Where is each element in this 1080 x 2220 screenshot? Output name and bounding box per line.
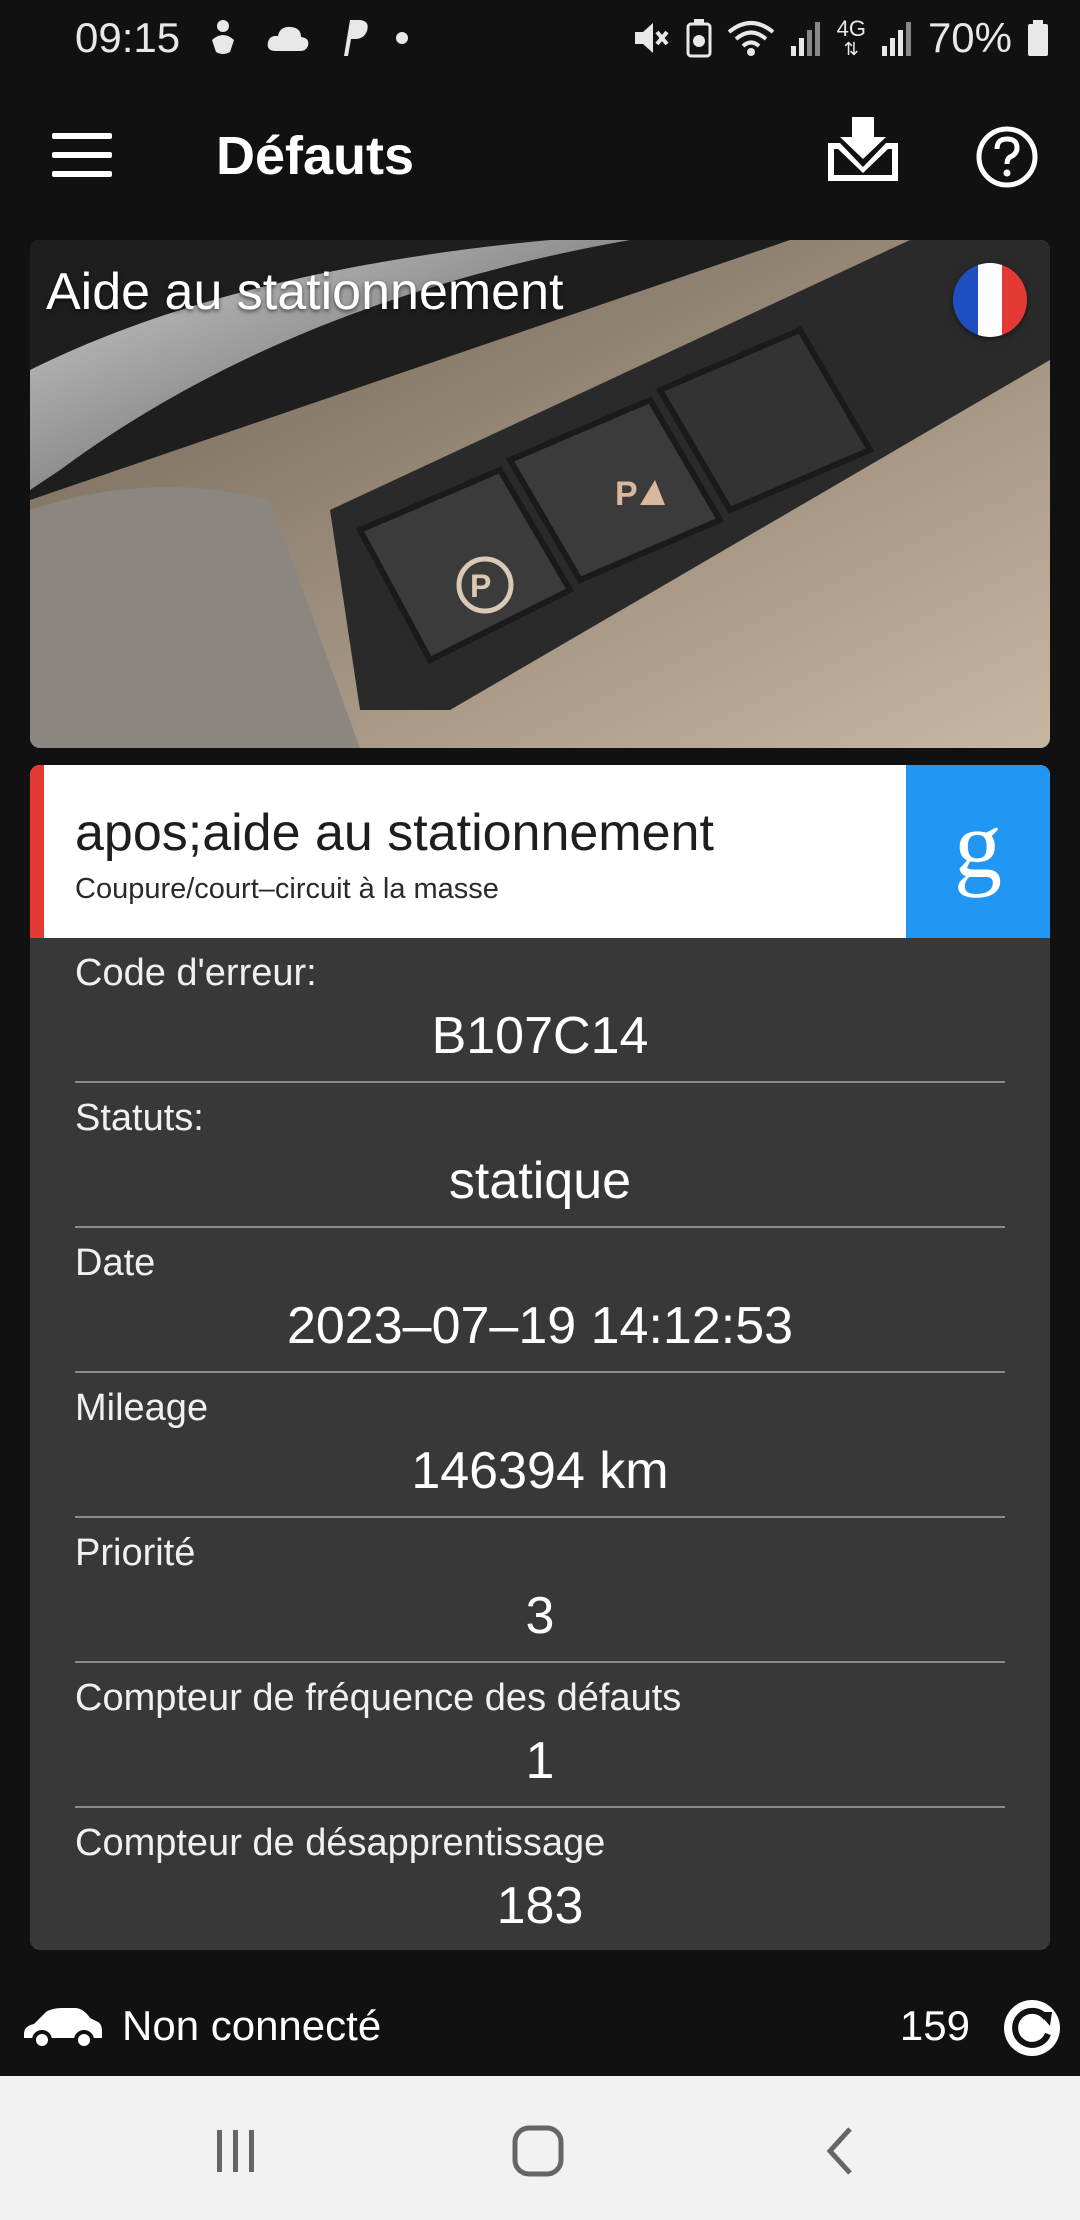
module-title: Aide au stationnement	[46, 263, 564, 321]
detail-label: Compteur de désapprentissage	[75, 1822, 606, 1864]
recents-icon	[217, 2130, 254, 2172]
detail-error-code: Code d'erreur: B107C14	[75, 938, 1005, 1083]
google-search-button[interactable]: g	[906, 765, 1050, 938]
home-button[interactable]	[498, 2116, 578, 2186]
detail-value: 3	[525, 1587, 555, 1645]
svg-text:P: P	[615, 475, 638, 513]
detail-frequency-counter: Compteur de fréquence des défauts 1	[75, 1663, 1005, 1808]
back-button[interactable]	[800, 2116, 880, 2186]
detail-value: 1	[525, 1732, 555, 1790]
detail-value: 183	[496, 1877, 584, 1935]
signal-icon	[789, 16, 823, 60]
help-icon	[976, 126, 1038, 188]
cloud-icon	[266, 16, 310, 60]
page-title: Défauts	[216, 126, 415, 186]
paypal-icon	[336, 16, 370, 60]
battery-percent: 70%	[927, 13, 1012, 61]
france-flag-icon[interactable]	[953, 263, 1027, 337]
download-button[interactable]	[826, 115, 900, 185]
app-bar: Défauts	[0, 75, 1080, 235]
detail-value: B107C14	[431, 1007, 649, 1065]
network-type-label: 4G ⇅	[836, 15, 866, 59]
detail-label: Code d'erreur:	[75, 952, 317, 994]
google-icon: g	[954, 790, 1002, 898]
fault-description: Coupure/court–circuit à la masse	[75, 873, 499, 905]
module-image-card: P P Aide au stationnement	[30, 240, 1050, 748]
back-icon	[826, 2127, 852, 2175]
mute-icon	[631, 16, 671, 60]
detail-label: Date	[75, 1242, 156, 1284]
detail-unlearn-counter: Compteur de désapprentissage 183	[75, 1808, 1005, 1950]
refresh-icon[interactable]	[1002, 1998, 1062, 2058]
count-value: 159	[899, 2002, 970, 2049]
fault-header: apos;aide au stationnement Coupure/court…	[30, 765, 1050, 938]
detail-label: Priorité	[75, 1532, 196, 1574]
clock: 09:15	[75, 13, 181, 61]
menu-icon	[52, 133, 112, 139]
detail-value: 146394 km	[411, 1442, 669, 1500]
battery-saver-icon	[685, 16, 713, 60]
signal-icon-2	[880, 16, 914, 60]
car-icon	[24, 2008, 102, 2050]
connection-status: Non connecté	[122, 2002, 382, 2049]
detail-mileage: Mileage 146394 km	[75, 1373, 1005, 1518]
help-button[interactable]	[975, 125, 1039, 189]
notification-dot-icon	[396, 31, 409, 44]
svg-text:P: P	[470, 568, 491, 604]
connection-bar: Non connecté 159	[0, 1990, 1080, 2070]
detail-label: Compteur de fréquence des défauts	[75, 1677, 682, 1719]
home-icon	[512, 2125, 564, 2177]
fault-name: apos;aide au stationnement	[75, 804, 714, 862]
detail-value: 2023–07–19 14:12:53	[286, 1297, 794, 1355]
menu-button[interactable]	[52, 133, 112, 177]
detail-label: Mileage	[75, 1387, 209, 1429]
fault-severity-accent	[30, 765, 44, 938]
download-inbox-icon	[828, 117, 898, 181]
wifi-icon	[727, 16, 775, 60]
fault-card: apos;aide au stationnement Coupure/court…	[30, 765, 1050, 1950]
battery-icon	[1026, 16, 1050, 60]
detail-priority: Priorité 3	[75, 1518, 1005, 1663]
detail-status: Statuts: statique	[75, 1083, 1005, 1228]
navigation-bar	[0, 2076, 1080, 2220]
detail-date: Date 2023–07–19 14:12:53	[75, 1228, 1005, 1373]
detail-value: statique	[448, 1152, 632, 1210]
detail-label: Statuts:	[75, 1097, 204, 1139]
assistant-icon	[206, 16, 240, 60]
status-bar: 09:15 4G ⇅ 70%	[0, 0, 1080, 75]
recents-button[interactable]	[196, 2116, 276, 2186]
